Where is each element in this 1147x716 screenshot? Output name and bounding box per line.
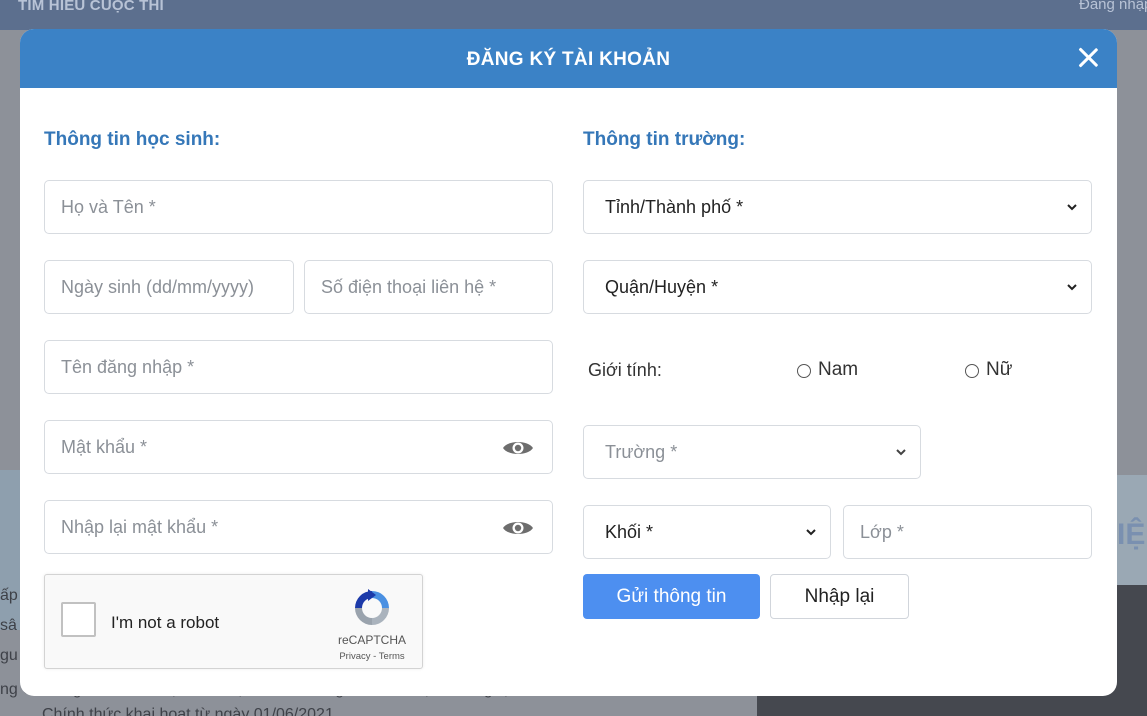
background-nav-link: TÌM HIỂU CUỘC THI	[18, 0, 164, 14]
school-select[interactable]: Trường *	[583, 425, 921, 479]
recaptcha-separator: -	[370, 651, 379, 662]
username-input[interactable]	[45, 341, 552, 393]
student-section-title: Thông tin học sinh:	[44, 129, 221, 150]
modal-title: ĐĂNG KÝ TÀI KHOẢN	[466, 49, 671, 70]
chevron-down-icon	[1067, 204, 1077, 211]
province-select[interactable]: Tỉnh/Thành phố *	[583, 180, 1092, 234]
background-text-line: sâ	[0, 617, 17, 634]
gender-male-label: Nam	[818, 359, 859, 380]
class-field	[843, 505, 1092, 559]
dob-field	[44, 260, 294, 314]
confirm-password-input[interactable]	[45, 501, 552, 553]
dob-input[interactable]	[45, 261, 293, 313]
full-name-input[interactable]	[45, 181, 552, 233]
radio-circle-icon	[965, 364, 979, 378]
submit-button[interactable]: Gửi thông tin	[583, 574, 760, 619]
register-modal: ĐĂNG KÝ TÀI KHOẢN Thông tin học sinh: Th…	[20, 29, 1117, 696]
recaptcha-terms-link[interactable]: Terms	[379, 651, 405, 662]
modal-header: ĐĂNG KÝ TÀI KHOẢN	[20, 29, 1117, 88]
reset-button[interactable]: Nhập lại	[770, 574, 909, 619]
chevron-down-icon	[806, 529, 816, 536]
gender-radio-male[interactable]: Nam	[797, 359, 858, 381]
district-select[interactable]: Quận/Huyện *	[583, 260, 1092, 314]
recaptcha-logo-icon	[355, 589, 389, 625]
district-select-value: Quận/Huyện *	[605, 276, 719, 297]
recaptcha-checkbox[interactable]	[61, 602, 96, 637]
background-side-text: IỆ	[1117, 518, 1146, 551]
background-login-link: Đăng nhập	[1079, 0, 1147, 13]
background-text-line: Chính thức khai hoạt từ ngày 01/06/2021	[42, 706, 334, 716]
background-text-line: gu	[0, 647, 18, 664]
eye-icon[interactable]	[502, 519, 534, 537]
recaptcha-brand: reCAPTCHA	[337, 633, 406, 647]
radio-circle-icon	[797, 364, 811, 378]
full-name-field	[44, 180, 553, 234]
password-field	[44, 420, 553, 474]
chevron-down-icon	[1067, 284, 1077, 291]
recaptcha-widget: I'm not a robot reCAPTCHA Privacy - Term…	[44, 574, 423, 669]
confirm-password-field	[44, 500, 553, 554]
eye-icon[interactable]	[502, 439, 534, 457]
recaptcha-links: Privacy - Terms	[327, 651, 417, 662]
school-select-value: Trường *	[605, 441, 678, 462]
phone-input[interactable]	[305, 261, 552, 313]
gender-female-label: Nữ	[986, 359, 1013, 380]
chevron-down-icon	[896, 449, 906, 456]
grade-select-value: Khối *	[605, 521, 654, 542]
background-text-line: ấp	[0, 587, 18, 604]
grade-select[interactable]: Khối *	[583, 505, 831, 559]
school-section-title: Thông tin trường:	[583, 129, 746, 150]
recaptcha-privacy-link[interactable]: Privacy	[339, 651, 370, 662]
password-input[interactable]	[45, 421, 552, 473]
close-icon[interactable]	[1077, 46, 1099, 68]
recaptcha-label: I'm not a robot	[111, 613, 220, 632]
class-input[interactable]	[844, 506, 1091, 558]
phone-field	[304, 260, 553, 314]
gender-radio-female[interactable]: Nữ	[965, 359, 1012, 381]
province-select-value: Tỉnh/Thành phố *	[605, 196, 744, 217]
username-field	[44, 340, 553, 394]
background-navbar: TÌM HIỂU CUỘC THI Đăng nhập	[0, 0, 1147, 30]
gender-label: Giới tính:	[588, 360, 662, 380]
